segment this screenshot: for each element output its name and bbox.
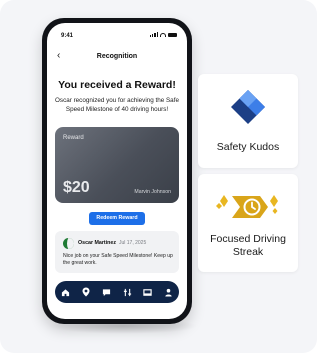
comment-author: Oscar Martinez bbox=[78, 240, 116, 246]
inbox-icon[interactable] bbox=[142, 286, 154, 298]
signal-icon bbox=[149, 32, 158, 37]
battery-icon bbox=[168, 32, 177, 37]
redeem-reward-button[interactable]: Redeem Reward bbox=[89, 212, 145, 225]
phone-screen: 9:41 ‹ Recognition You received a Reward… bbox=[47, 23, 187, 319]
reward-description: Oscar recognized you for achieving the S… bbox=[55, 97, 179, 113]
showcase-background: 9:41 ‹ Recognition You received a Reward… bbox=[0, 0, 317, 353]
status-time: 9:41 bbox=[61, 33, 74, 39]
reward-amount: $20 bbox=[63, 179, 90, 196]
reward-card-owner: Marvin Johnson bbox=[134, 189, 171, 195]
reward-card: Reward $20 Marvin Johnson bbox=[55, 127, 179, 203]
comment-text: Nice job on your Safe Speed Milestone! K… bbox=[63, 253, 173, 266]
sliders-icon[interactable] bbox=[121, 286, 133, 298]
badge-card-safety-kudos: Safety Kudos bbox=[198, 74, 298, 168]
home-icon[interactable] bbox=[59, 286, 71, 298]
phone-mockup: 9:41 ‹ Recognition You received a Reward… bbox=[42, 18, 192, 324]
page-title: Recognition bbox=[96, 53, 138, 60]
badge-card-focused-driving-streak: Focused Driving Streak bbox=[198, 174, 298, 272]
wifi-icon bbox=[160, 32, 166, 37]
recognition-comment: Oscar Martinez Jul 17, 2025 Nice job on … bbox=[55, 231, 179, 273]
badge-label: Safety Kudos bbox=[216, 141, 280, 153]
avatar bbox=[63, 238, 74, 249]
chat-icon[interactable] bbox=[101, 286, 113, 298]
person-icon[interactable] bbox=[163, 286, 175, 298]
streak-clock-sparkle-icon bbox=[214, 192, 282, 222]
reward-card-label: Reward bbox=[63, 135, 84, 141]
status-bar: 9:41 bbox=[47, 23, 187, 41]
diamond-kudos-icon bbox=[229, 88, 267, 126]
badge-label: Focused Driving Streak bbox=[210, 233, 286, 258]
bottom-tab-bar bbox=[55, 281, 179, 303]
location-pin-icon[interactable] bbox=[80, 286, 92, 298]
status-icons bbox=[149, 32, 177, 37]
comment-date: Jul 17, 2025 bbox=[119, 240, 147, 246]
reward-headline: You received a Reward! bbox=[58, 79, 176, 91]
